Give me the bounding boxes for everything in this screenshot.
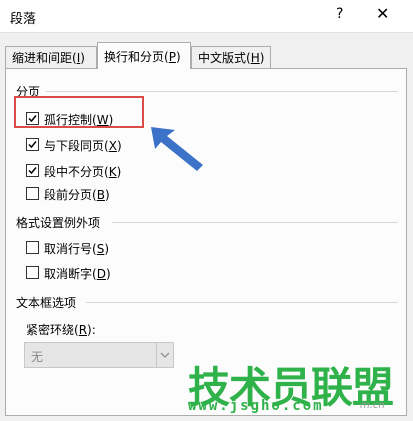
group-divider: [86, 302, 398, 303]
checkbox-box[interactable]: [26, 266, 39, 279]
checkmark-icon: [28, 141, 37, 149]
tight-wrap-select[interactable]: 无: [24, 342, 174, 368]
window-title: 段落: [10, 12, 37, 27]
group-title-textbox-options: 文本框选项: [16, 296, 77, 310]
checkbox-label: 取消断字(D): [44, 267, 111, 281]
chevron-down-icon: [160, 352, 170, 359]
help-button[interactable]: ?: [336, 6, 343, 22]
arrow-icon: [151, 127, 203, 171]
group-title-format-exceptions: 格式设置例外项: [16, 216, 101, 230]
checkbox-label: 段中不分页(K): [44, 165, 122, 179]
tight-wrap-label: 紧密环绕(R):: [26, 323, 96, 337]
checkbox-box[interactable]: [26, 241, 39, 254]
tab-line-page-breaks[interactable]: 换行和分页(P): [97, 42, 191, 69]
checkbox-label: 与下段同页(X): [44, 139, 122, 153]
watermark-url: www.jsgho.com: [188, 398, 324, 414]
checkbox-label: 段前分页(B): [44, 188, 110, 202]
checkbox-box[interactable]: [26, 138, 39, 151]
group-divider: [112, 222, 398, 223]
group-divider: [46, 91, 398, 92]
checkmark-icon: [28, 167, 37, 175]
title-bar: 段落 ? ✕: [0, 0, 413, 33]
tab-asian-typography[interactable]: 中文版式(H): [191, 46, 271, 68]
tab-indents-spacing[interactable]: 缩进和间距(I): [5, 46, 97, 68]
dropdown-button[interactable]: [156, 343, 173, 367]
checkbox-box[interactable]: [26, 187, 39, 200]
highlight-box: [14, 96, 144, 128]
close-button[interactable]: ✕: [376, 4, 389, 23]
checkbox-box[interactable]: [26, 164, 39, 177]
watermark-tag: m.cn: [360, 400, 385, 411]
tight-wrap-value: 无: [31, 350, 44, 364]
checkbox-label: 取消行号(S): [44, 242, 110, 256]
